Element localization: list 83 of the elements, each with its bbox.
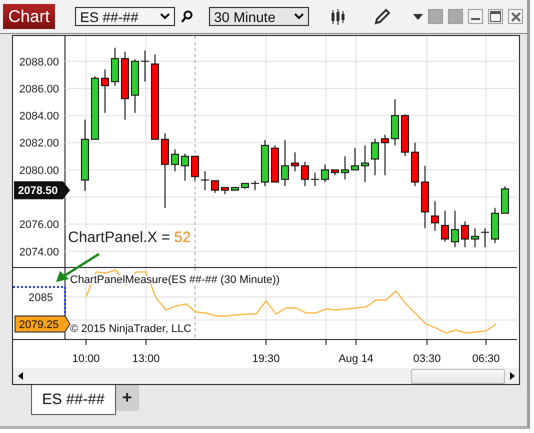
candle [331, 169, 339, 176]
candle [171, 149, 179, 172]
copyright-text: © 2015 NinjaTrader, LLC [70, 323, 192, 335]
add-tab-button[interactable]: + [116, 385, 139, 411]
price-axis-label: 2080.00 [19, 164, 59, 177]
indicator-axis-label: 2085 [28, 292, 53, 304]
search-icon[interactable] [181, 10, 193, 23]
candle [111, 47, 119, 86]
dropdown-triangle-icon[interactable] [413, 14, 423, 20]
right-arrow-icon [510, 372, 514, 380]
candle [391, 98, 399, 146]
time-axis-label: 19:30 [252, 353, 280, 365]
instrument-dropdown[interactable]: ES ##-## [75, 7, 175, 26]
pencil-icon[interactable] [374, 8, 390, 25]
candle [381, 134, 389, 176]
time-axis-label: 10:00 [72, 353, 100, 365]
candle [200, 170, 210, 191]
price-axis-label: 2086.00 [19, 83, 59, 96]
time-axis-label: Aug 14 [338, 353, 374, 365]
indicator-value-label: 2079.25 [19, 319, 59, 331]
time-axis-label: 06:30 [472, 353, 500, 365]
left-arrow-icon [18, 372, 22, 380]
chevron-icon [160, 13, 170, 20]
candle [301, 161, 309, 187]
interval-dropdown[interactable]: 30 Minute [209, 7, 309, 26]
candle [401, 114, 409, 157]
candle [451, 210, 459, 248]
candle [181, 153, 189, 182]
candle [131, 58, 139, 114]
candle [501, 186, 509, 214]
candle [291, 152, 299, 172]
annotation-value: 52 [174, 229, 191, 246]
candle [140, 50, 150, 82]
annotation-label: ChartPanel.X = [68, 229, 170, 246]
time-axis-label: 13:00 [132, 353, 160, 365]
candle [241, 182, 249, 190]
price-axis-label: 2084.00 [19, 110, 59, 123]
minimize-button[interactable] [468, 9, 483, 24]
last-price-flag [14, 181, 70, 200]
minimize-icon [471, 18, 480, 20]
maximize-button[interactable] [488, 9, 503, 24]
candle [231, 187, 239, 191]
candle [351, 148, 359, 170]
candle [471, 228, 479, 248]
window-title: Chart [3, 4, 55, 29]
close-icon [510, 12, 520, 22]
candle [461, 220, 469, 248]
candle [221, 187, 229, 195]
candle [121, 51, 129, 120]
candle [480, 228, 490, 248]
price-axis-label: 2076.00 [19, 219, 59, 232]
candle [281, 140, 289, 187]
candle [361, 144, 369, 183]
candle [211, 180, 219, 194]
candle [491, 207, 499, 244]
candle [250, 180, 260, 191]
chevron-icon [294, 13, 304, 20]
candlestick-icon[interactable] [331, 8, 346, 24]
candle [191, 156, 199, 182]
candle [411, 142, 419, 187]
candle [310, 172, 320, 187]
maximize-icon [490, 11, 501, 22]
candle [441, 210, 449, 242]
price-axis-label: 2074.00 [19, 246, 59, 258]
candle [321, 164, 329, 183]
close-button[interactable] [508, 9, 523, 24]
candle [371, 138, 379, 176]
chart-tab[interactable]: ES ##-## [31, 385, 116, 415]
indicator-value-flag [14, 316, 71, 332]
last-price-label: 2078.50 [18, 185, 58, 198]
candle [101, 68, 109, 114]
candle [421, 165, 429, 229]
price-axis-label: 2088.00 [19, 56, 59, 68]
price-axis-label: 2082.00 [19, 138, 59, 150]
candle [261, 140, 269, 187]
measure-line [13, 286, 66, 316]
candle [271, 144, 279, 183]
scrollbar-thumb[interactable] [411, 369, 505, 384]
candle [431, 200, 439, 232]
candle [91, 76, 99, 140]
candle [341, 156, 349, 180]
time-axis-label: 03:30 [413, 353, 441, 365]
horizontal-scrollbar[interactable] [13, 368, 519, 384]
